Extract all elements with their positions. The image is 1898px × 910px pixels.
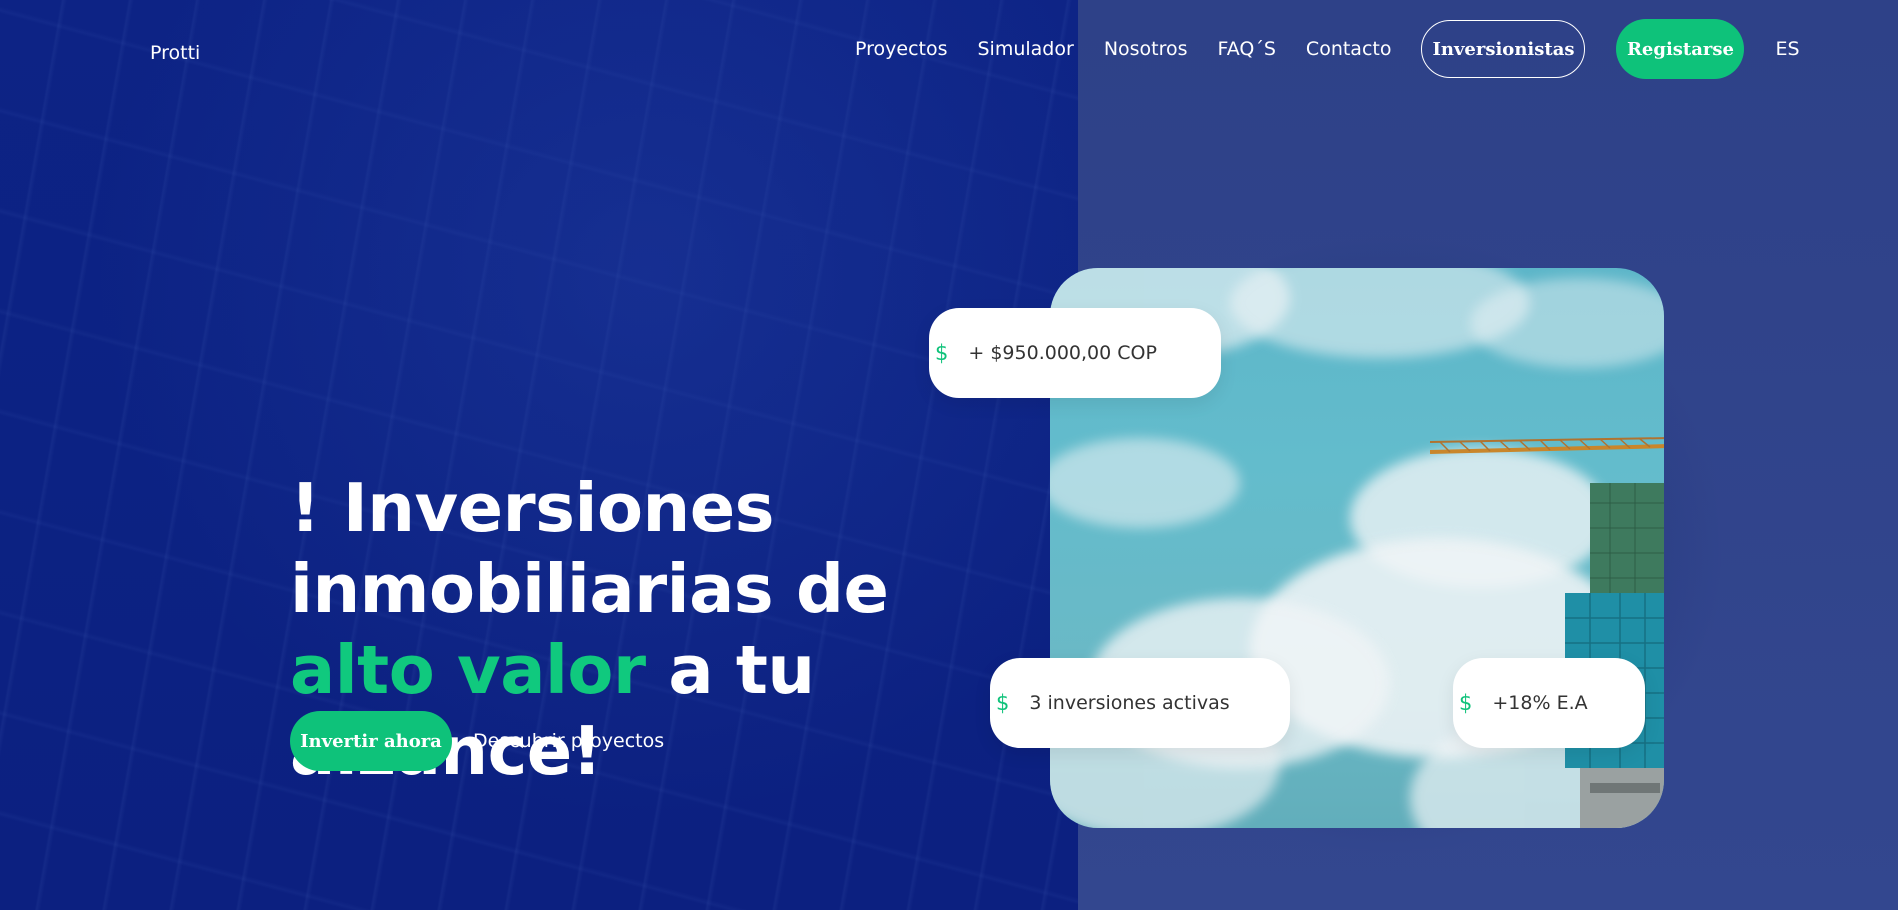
- nav-link-faqs[interactable]: FAQ´S: [1218, 38, 1276, 60]
- invest-now-button[interactable]: Invertir ahora: [290, 711, 452, 771]
- investors-button[interactable]: Inversionistas: [1421, 20, 1586, 78]
- crane-graphic: [1430, 437, 1664, 454]
- headline-accent: alto valor: [290, 631, 646, 709]
- language-selector[interactable]: ES: [1775, 38, 1799, 60]
- nav-link-nosotros[interactable]: Nosotros: [1104, 38, 1188, 60]
- stat-card-active: $ 3 inversiones activas: [990, 658, 1290, 748]
- hero-cta-row: Invertir ahora Descubrir proyectos: [290, 711, 664, 771]
- stat-amount-text: + $950.000,00 COP: [968, 342, 1157, 364]
- register-button[interactable]: Registarse: [1616, 19, 1745, 79]
- headline-part1: ! Inversiones inmobiliarias de: [290, 469, 889, 628]
- stat-active-text: 3 inversiones activas: [1029, 692, 1230, 714]
- stat-card-return: $ +18% E.A: [1453, 658, 1645, 748]
- stat-return-text: +18% E.A: [1492, 692, 1588, 714]
- nav-link-proyectos[interactable]: Proyectos: [855, 38, 948, 60]
- main-nav: Proyectos Simulador Nosotros FAQ´S Conta…: [855, 18, 1800, 80]
- dollar-icon: $: [1459, 691, 1473, 715]
- stat-card-amount: $ + $950.000,00 COP: [929, 308, 1221, 398]
- logo[interactable]: Protti: [150, 42, 200, 64]
- dollar-icon: $: [996, 691, 1010, 715]
- nav-link-simulador[interactable]: Simulador: [978, 38, 1074, 60]
- nav-link-contacto[interactable]: Contacto: [1306, 38, 1392, 60]
- discover-projects-link[interactable]: Descubrir proyectos: [473, 730, 664, 752]
- dollar-icon: $: [935, 341, 949, 365]
- building-graphic: [1565, 483, 1664, 828]
